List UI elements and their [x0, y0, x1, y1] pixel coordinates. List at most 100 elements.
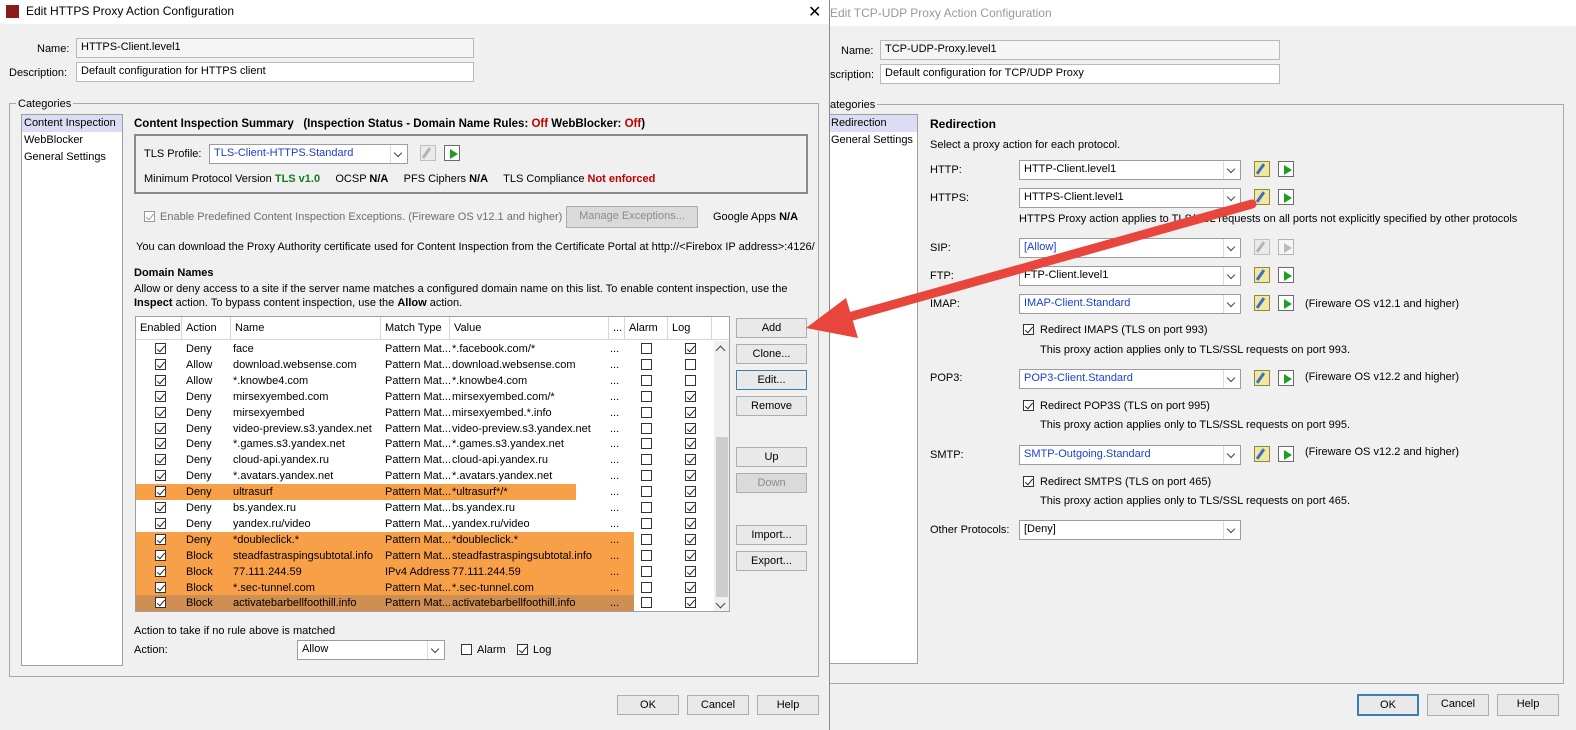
alarm-checkbox[interactable] [641, 533, 652, 545]
add-button[interactable]: Add [736, 318, 807, 338]
scroll-up-icon[interactable] [715, 345, 726, 356]
col-log[interactable]: Log [668, 317, 712, 339]
ftp-select[interactable]: FTP-Client.level1 [1019, 266, 1241, 286]
export-button[interactable]: Export... [736, 551, 807, 571]
default-action-select[interactable]: Allow [297, 640, 445, 660]
redirect-pop3s-checkbox[interactable] [1023, 400, 1034, 411]
alarm-checkbox[interactable] [641, 581, 652, 593]
ftp-edit-icon[interactable] [1254, 267, 1270, 283]
ftp-add-icon[interactable] [1278, 267, 1294, 283]
sip-add-icon[interactable] [1278, 239, 1294, 255]
log-checkbox[interactable] [685, 438, 696, 450]
col-alarm[interactable]: Alarm [625, 317, 668, 339]
enabled-checkbox[interactable] [155, 517, 166, 529]
table-row[interactable]: Deny yandex.ru/video Pattern Mat... yandex.… [136, 516, 714, 532]
alarm-checkbox[interactable] [641, 565, 652, 577]
enabled-checkbox[interactable] [155, 454, 166, 466]
smtp-edit-icon[interactable] [1254, 446, 1270, 462]
category-webblocker[interactable]: WebBlocker [22, 132, 122, 149]
enabled-checkbox[interactable] [155, 390, 166, 402]
pop3-add-icon[interactable] [1278, 370, 1294, 386]
log-checkbox[interactable] [685, 517, 696, 529]
imap-edit-icon[interactable] [1254, 295, 1270, 311]
category-content-inspection[interactable]: Content Inspection [22, 115, 122, 132]
help-button[interactable]: Help [757, 695, 819, 715]
redirect-imaps-checkbox[interactable] [1023, 324, 1034, 335]
enabled-checkbox[interactable] [155, 438, 166, 450]
http-select[interactable]: HTTP-Client.level1 [1019, 160, 1241, 180]
table-scrollbar[interactable] [714, 341, 729, 611]
enabled-checkbox[interactable] [155, 374, 166, 386]
alarm-checkbox[interactable] [641, 549, 652, 561]
col-dots[interactable]: ... [609, 317, 625, 339]
log-checkbox[interactable] [685, 565, 696, 577]
enabled-checkbox[interactable] [155, 406, 166, 418]
enabled-checkbox[interactable] [155, 597, 166, 609]
https-edit-icon[interactable] [1254, 189, 1270, 205]
exceptions-checkbox[interactable] [144, 211, 155, 222]
log-checkbox[interactable] [685, 597, 696, 609]
enabled-checkbox[interactable] [155, 422, 166, 434]
enabled-checkbox[interactable] [155, 358, 166, 370]
table-row[interactable]: Deny ultrasurf Pattern Mat... *ultrasurf*/*… [136, 484, 696, 501]
log-checkbox[interactable] [685, 549, 696, 561]
tcp-cancel-button[interactable]: Cancel [1427, 694, 1489, 716]
table-row[interactable]: Deny *.games.s3.yandex.net Pattern Mat... *… [136, 436, 714, 452]
smtp-select[interactable]: SMTP-Outgoing.Standard [1019, 445, 1241, 465]
manage-exceptions-button[interactable]: Manage Exceptions... [566, 206, 698, 228]
tls-profile-select[interactable]: TLS-Client-HTTPS.Standard [209, 144, 408, 164]
log-checkbox[interactable] [685, 454, 696, 466]
table-row[interactable]: Deny mirsexyembed Pattern Mat... mirsexyemb… [136, 405, 714, 421]
table-row[interactable]: Deny video-preview.s3.yandex.net Pattern M… [136, 421, 714, 437]
table-row[interactable]: Deny bs.yandex.ru Pattern Mat... bs.yandex.… [136, 500, 714, 516]
category-general-settings[interactable]: General Settings [829, 132, 917, 149]
log-checkbox[interactable] [685, 406, 696, 418]
imap-select[interactable]: IMAP-Client.Standard [1019, 294, 1241, 314]
pop3-select[interactable]: POP3-Client.Standard [1019, 369, 1241, 389]
cancel-button[interactable]: Cancel [687, 695, 749, 715]
tcp-desc-field[interactable]: Default configuration for TCP/UDP Proxy [880, 64, 1280, 84]
col-name[interactable]: Name [231, 317, 381, 339]
log-checkbox[interactable] [685, 486, 696, 498]
remove-button[interactable]: Remove [736, 396, 807, 416]
sip-edit-icon[interactable] [1254, 239, 1270, 255]
redirect-smtps-checkbox[interactable] [1023, 476, 1034, 487]
alarm-checkbox[interactable] [641, 358, 652, 370]
alarm-checkbox[interactable] [641, 422, 652, 434]
http-add-icon[interactable] [1278, 161, 1294, 177]
col-value[interactable]: Value [450, 317, 609, 339]
alarm-checkbox[interactable] [641, 454, 652, 466]
https-select[interactable]: HTTPS-Client.level1 [1019, 188, 1241, 208]
smtp-add-icon[interactable] [1278, 446, 1294, 462]
log-checkbox[interactable] [685, 390, 696, 402]
table-row[interactable]: Deny mirsexyembed.com Pattern Mat... mirsex… [136, 389, 714, 405]
enabled-checkbox[interactable] [155, 533, 166, 545]
alarm-checkbox[interactable] [641, 374, 652, 386]
log-checkbox[interactable] [685, 581, 696, 593]
tls-profile-add-icon[interactable] [444, 145, 460, 161]
table-row[interactable]: Block steadfastraspingsubtotal.info Patter… [136, 547, 696, 564]
enabled-checkbox[interactable] [155, 470, 166, 482]
alarm-checkbox[interactable] [641, 597, 652, 609]
clone-button[interactable]: Clone... [736, 344, 807, 364]
log-checkbox[interactable] [685, 374, 696, 386]
https-add-icon[interactable] [1278, 189, 1294, 205]
log-checkbox[interactable] [685, 533, 696, 545]
alarm-checkbox[interactable] [641, 406, 652, 418]
alarm-checkbox[interactable] [641, 486, 652, 498]
log-checkbox[interactable] [685, 358, 696, 370]
alarm-checkbox[interactable] [641, 502, 652, 513]
scroll-down-icon[interactable] [715, 598, 726, 609]
tcp-name-field[interactable]: TCP-UDP-Proxy.level1 [880, 40, 1280, 60]
log-checkbox[interactable] [685, 422, 696, 434]
alarm-checkbox[interactable] [641, 390, 652, 402]
tcp-ok-button[interactable]: OK [1357, 694, 1419, 716]
table-row[interactable]: Allow *.knowbe4.com Pattern Mat... *.knowbe… [136, 373, 714, 389]
down-button[interactable]: Down [736, 473, 807, 493]
alarm-checkbox[interactable] [641, 517, 652, 529]
alarm-checkbox[interactable] [641, 470, 652, 482]
table-row[interactable]: Deny *.avatars.yandex.net Pattern Mat... *.… [136, 468, 714, 484]
log-checkbox[interactable] [685, 470, 696, 482]
alarm-checkbox[interactable] [641, 438, 652, 450]
table-row[interactable]: Block 77.111.244.59 IPv4 Address 77.111.244… [136, 563, 696, 580]
